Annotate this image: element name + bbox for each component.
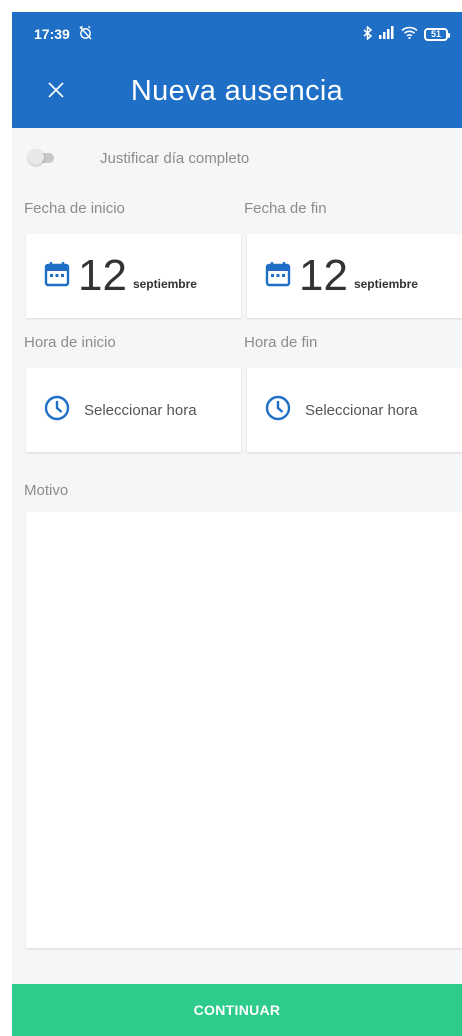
full-day-label: Justificar día completo bbox=[100, 149, 250, 167]
start-date-label: Fecha de inicio bbox=[24, 200, 125, 217]
calendar-icon bbox=[265, 261, 291, 292]
app-bar: Nueva ausencia bbox=[12, 56, 462, 128]
status-time: 17:39 bbox=[34, 26, 70, 42]
clock-icon bbox=[265, 395, 291, 426]
start-time-placeholder: Seleccionar hora bbox=[84, 401, 197, 419]
reason-label: Motivo bbox=[24, 482, 69, 499]
full-day-row: Justificar día completo bbox=[28, 144, 249, 172]
start-time-label: Hora de inicio bbox=[24, 334, 116, 351]
end-date-month: septiembre bbox=[353, 277, 418, 291]
screen: 17:39 51 Nueva ausencia Justificar día c… bbox=[12, 12, 462, 1036]
start-time-picker[interactable]: Seleccionar hora bbox=[26, 368, 241, 452]
battery-icon: 51 bbox=[424, 27, 450, 41]
battery-level: 51 bbox=[430, 28, 441, 39]
start-date-day: 12 bbox=[78, 251, 127, 300]
bluetooth-icon bbox=[363, 24, 373, 43]
status-bar: 17:39 51 bbox=[12, 12, 462, 56]
continue-button[interactable]: CONTINUAR bbox=[12, 984, 462, 1036]
clock-icon bbox=[44, 395, 70, 426]
end-date-picker[interactable]: 12 septiembre bbox=[247, 234, 462, 318]
continue-button-label: CONTINUAR bbox=[193, 1002, 281, 1018]
wifi-icon bbox=[401, 26, 418, 42]
end-time-placeholder: Seleccionar hora bbox=[305, 401, 418, 419]
page-title: Nueva ausencia bbox=[130, 75, 344, 107]
end-time-label: Hora de fin bbox=[244, 334, 318, 351]
signal-icon bbox=[379, 26, 395, 42]
start-date-month: septiembre bbox=[132, 277, 197, 291]
reason-textarea[interactable] bbox=[26, 512, 462, 948]
full-day-toggle[interactable] bbox=[28, 149, 54, 165]
end-time-picker[interactable]: Seleccionar hora bbox=[247, 368, 462, 452]
calendar-icon bbox=[44, 261, 70, 292]
end-date-label: Fecha de fin bbox=[244, 200, 327, 217]
alarm-off-icon bbox=[78, 25, 93, 43]
end-date-day: 12 bbox=[299, 251, 348, 300]
start-date-picker[interactable]: 12 septiembre bbox=[26, 234, 241, 318]
